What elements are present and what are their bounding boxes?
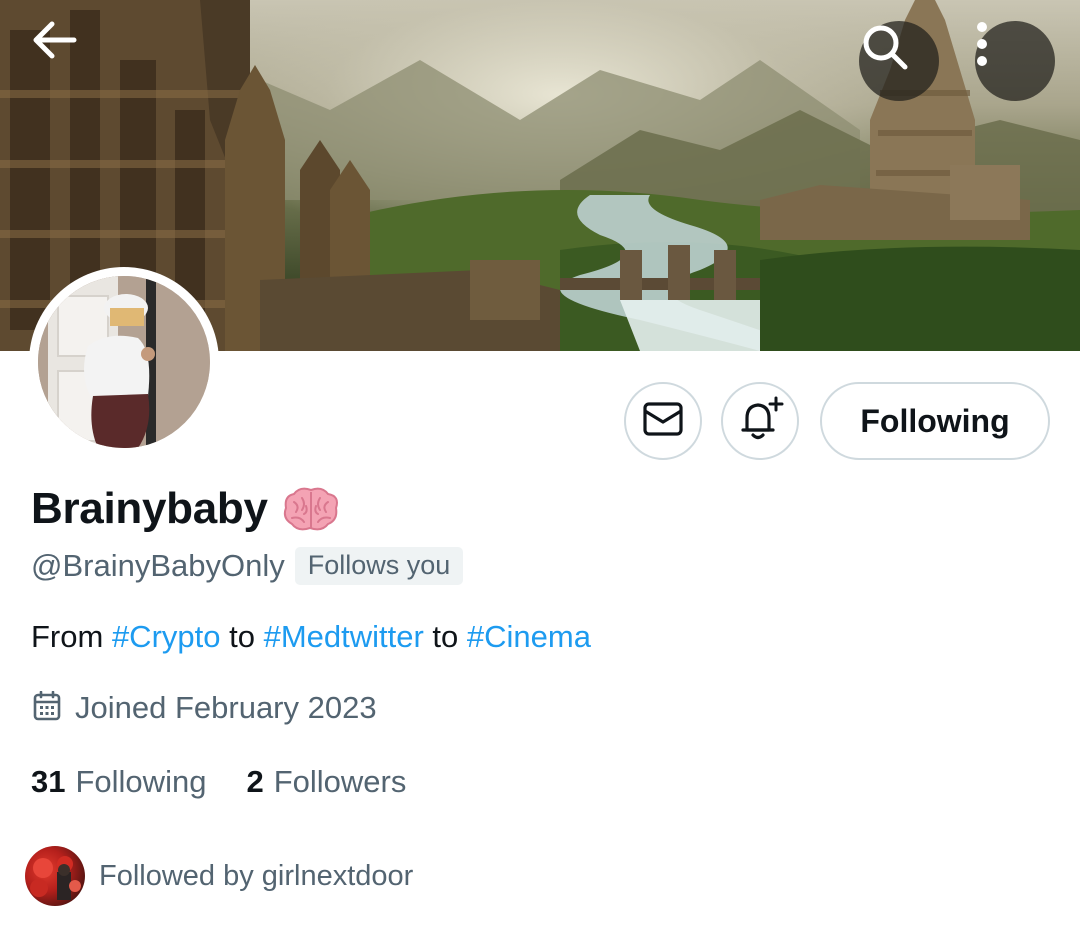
followed-by-row[interactable]: Followed by girlnextdoor: [25, 846, 413, 906]
notifications-button[interactable]: [721, 382, 799, 460]
bio-text: to: [220, 619, 264, 654]
follow-stats: 31 Following 2 Followers: [31, 764, 406, 800]
bio-text: to: [423, 619, 467, 654]
following-stat-link[interactable]: 31 Following: [31, 764, 206, 800]
handle-row: @BrainyBabyOnly Follows you: [31, 547, 464, 585]
follows-you-badge: Follows you: [294, 547, 464, 585]
mail-icon: [642, 401, 684, 442]
follower-avatar: [25, 846, 85, 906]
joined-row: Joined February 2023: [33, 690, 377, 726]
followers-stat-link[interactable]: 2 Followers: [246, 764, 406, 800]
bell-plus-icon: [735, 394, 785, 449]
more-options-button[interactable]: [975, 21, 1055, 101]
followers-count: 2: [246, 764, 264, 799]
following-button[interactable]: Following: [820, 382, 1050, 460]
hashtag-link-medtwitter[interactable]: #Medtwitter: [264, 619, 424, 654]
search-button[interactable]: [859, 21, 939, 101]
profile-bio: From #Crypto to #Medtwitter to #Cinema: [31, 619, 591, 655]
followed-by-text: Followed by girlnextdoor: [99, 859, 414, 892]
hashtag-link-cinema[interactable]: #Cinema: [467, 619, 591, 654]
hashtag-link-crypto[interactable]: #Crypto: [112, 619, 221, 654]
following-label: Following: [75, 764, 207, 799]
name-row: Brainybaby: [31, 484, 340, 534]
back-button[interactable]: [30, 20, 110, 100]
profile-avatar[interactable]: [29, 267, 219, 457]
joined-date: Joined February 2023: [75, 690, 377, 725]
message-button[interactable]: [624, 382, 702, 460]
calendar-icon: [33, 690, 61, 726]
followers-label: Followers: [273, 764, 407, 799]
bio-text: From: [31, 619, 112, 654]
user-handle: @BrainyBabyOnly: [31, 548, 285, 583]
display-name: Brainybaby: [31, 484, 268, 533]
following-count: 31: [31, 764, 66, 799]
avatar-photo: [38, 276, 210, 448]
brain-icon: [282, 486, 340, 532]
